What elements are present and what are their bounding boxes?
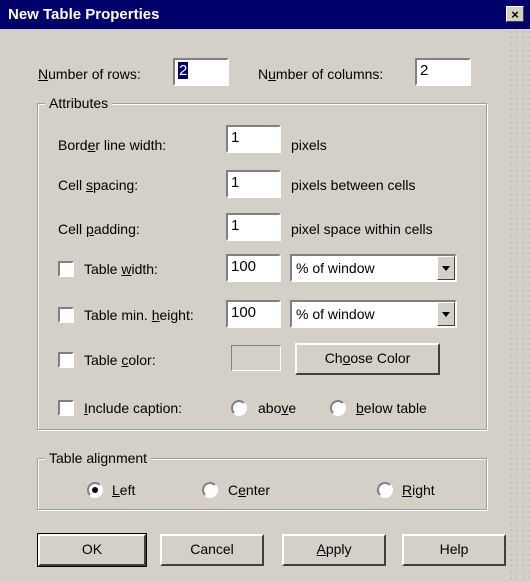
cell-padding-input[interactable]: 1 bbox=[226, 213, 281, 241]
table-width-checkbox[interactable] bbox=[58, 261, 74, 277]
align-center-radio[interactable] bbox=[202, 482, 218, 498]
title-bar: New Table Properties × bbox=[0, 0, 530, 29]
spacing-label: Cell spacing: bbox=[58, 177, 139, 193]
include-caption-checkbox[interactable] bbox=[58, 400, 74, 416]
dropdown-arrow-icon[interactable] bbox=[437, 302, 455, 326]
align-right-label: Right bbox=[402, 482, 435, 498]
spacing-unit: pixels between cells bbox=[291, 177, 416, 193]
table-height-input[interactable]: 100 bbox=[226, 300, 281, 328]
alignment-group-title: Table alignment bbox=[45, 450, 152, 466]
align-right-radio[interactable] bbox=[377, 482, 393, 498]
align-left-label: Left bbox=[112, 482, 136, 498]
include-caption-label: Include caption: bbox=[84, 400, 183, 416]
cell-spacing-input[interactable]: 1 bbox=[226, 170, 281, 198]
table-width-input[interactable]: 100 bbox=[226, 254, 281, 282]
table-color-checkbox[interactable] bbox=[58, 352, 74, 368]
caption-above-radio[interactable] bbox=[231, 400, 247, 416]
align-left-radio[interactable] bbox=[87, 482, 103, 498]
table-height-checkbox[interactable] bbox=[58, 307, 74, 323]
apply-button[interactable]: Apply bbox=[282, 534, 386, 566]
help-button[interactable]: Help bbox=[402, 534, 506, 566]
caption-below-radio[interactable] bbox=[330, 400, 346, 416]
table-height-unit-value: % of window bbox=[296, 306, 375, 322]
padding-unit: pixel space within cells bbox=[291, 221, 433, 237]
dropdown-arrow-icon[interactable] bbox=[437, 256, 455, 280]
caption-below-label: below table bbox=[356, 400, 427, 416]
table-height-label: Table min. height: bbox=[84, 307, 194, 323]
choose-color-button[interactable]: Choose Color bbox=[295, 343, 440, 375]
border-width-input[interactable]: 1 bbox=[226, 125, 281, 153]
background-texture bbox=[508, 29, 530, 582]
padding-label: Cell padding: bbox=[58, 221, 140, 237]
cancel-button[interactable]: Cancel bbox=[160, 534, 264, 566]
border-label: Border line width: bbox=[58, 137, 167, 153]
table-height-unit-select[interactable]: % of window bbox=[290, 300, 457, 328]
table-color-label: Table color: bbox=[84, 352, 156, 368]
caption-above-label: above bbox=[258, 400, 297, 416]
rows-input[interactable]: 2 bbox=[173, 58, 229, 86]
table-color-swatch bbox=[231, 345, 281, 371]
ok-button[interactable]: OK bbox=[37, 533, 147, 567]
window-title: New Table Properties bbox=[8, 6, 160, 23]
table-width-label: Table width: bbox=[84, 261, 158, 277]
border-unit: pixels bbox=[291, 137, 327, 153]
attributes-group-title: Attributes bbox=[45, 95, 113, 111]
columns-label: Number of columns: bbox=[258, 66, 384, 82]
close-button[interactable]: × bbox=[506, 6, 524, 22]
align-center-label: Center bbox=[228, 482, 271, 498]
columns-input[interactable]: 2 bbox=[415, 58, 471, 86]
rows-label: Number of rows: bbox=[38, 66, 141, 82]
table-width-unit-value: % of window bbox=[296, 260, 375, 276]
table-width-unit-select[interactable]: % of window bbox=[290, 254, 457, 282]
